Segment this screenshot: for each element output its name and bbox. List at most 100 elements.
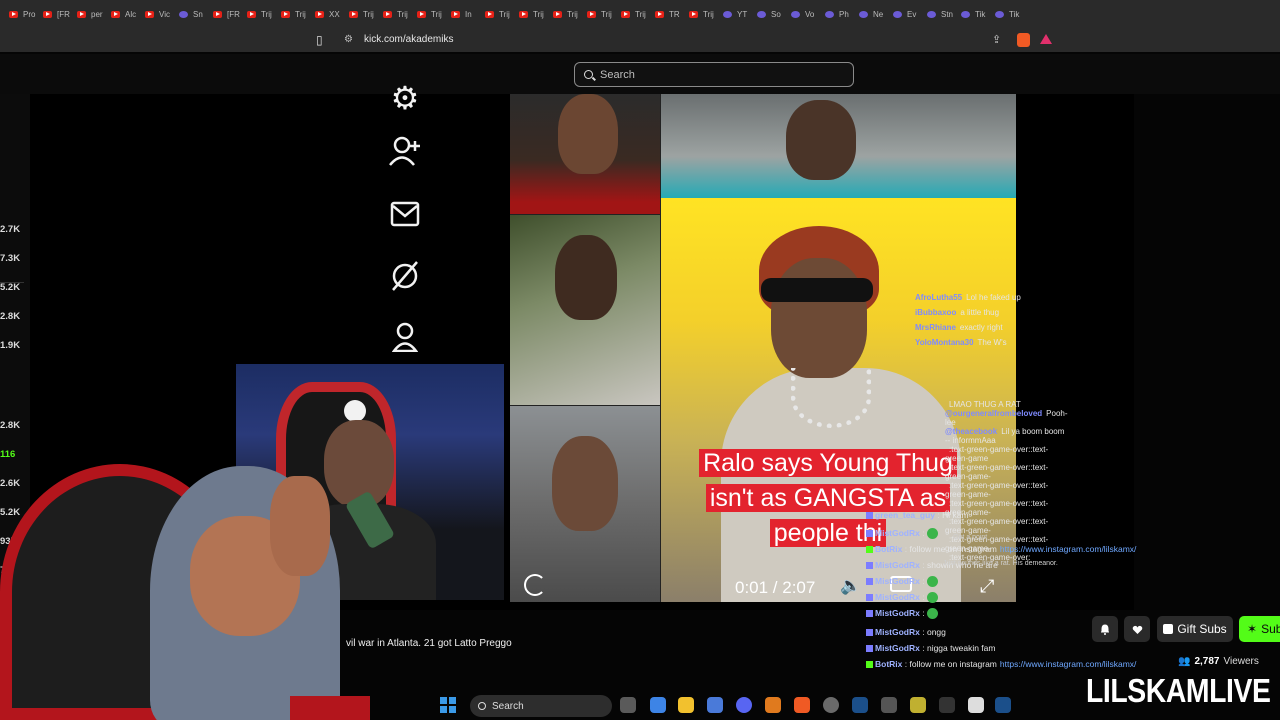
chat-message[interactable]: MistGodRx : ongg xyxy=(866,627,946,637)
user-icon[interactable] xyxy=(370,322,440,359)
browser-tab[interactable]: Trij xyxy=(344,0,378,28)
browser-tab[interactable]: per xyxy=(72,0,106,28)
browser-tab[interactable]: Stn xyxy=(922,0,956,28)
chat-username[interactable]: MistGodRx xyxy=(875,608,920,618)
browser-tab[interactable]: Ph xyxy=(820,0,854,28)
app-icon[interactable] xyxy=(939,697,955,713)
no-sign-icon[interactable] xyxy=(370,260,440,299)
browser-tab[interactable]: Trij xyxy=(242,0,276,28)
steam-icon[interactable] xyxy=(852,697,868,713)
follow-button[interactable] xyxy=(1124,616,1150,642)
app-icon[interactable] xyxy=(765,697,781,713)
heart-icon xyxy=(1132,625,1142,634)
browser-tab[interactable]: Trij xyxy=(548,0,582,28)
channel-viewer-count[interactable]: 7.3K xyxy=(0,253,20,264)
browser-tab[interactable]: XX xyxy=(310,0,344,28)
browser-tab[interactable]: Tik xyxy=(956,0,990,28)
gear-icon[interactable]: ⚙ xyxy=(370,80,440,116)
steam-icon[interactable] xyxy=(995,697,1011,713)
taskbar-search[interactable]: Search xyxy=(470,695,612,717)
chat-message[interactable]: MistGodRx : xyxy=(866,576,938,588)
chat-link[interactable]: https://www.instagram.com/lilskamx/ xyxy=(1000,659,1137,669)
browser-tab[interactable]: Trij xyxy=(514,0,548,28)
browser-tab[interactable]: [FR xyxy=(38,0,72,28)
chat-username[interactable]: MistGodRx xyxy=(875,627,920,637)
brave-rewards-icon[interactable] xyxy=(1040,34,1052,44)
browser-tab[interactable]: In xyxy=(446,0,480,28)
browser-tab[interactable]: Trij xyxy=(412,0,446,28)
browser-tab[interactable]: Pro xyxy=(4,0,38,28)
copilot-icon[interactable] xyxy=(650,697,666,713)
browser-tab[interactable]: Trij xyxy=(480,0,514,28)
chat-username[interactable]: MistGodRx xyxy=(875,528,920,538)
chat-username[interactable]: MistGodRx xyxy=(875,560,920,570)
brave-shield-icon[interactable] xyxy=(1017,33,1030,47)
bookmark-icon[interactable]: ▯ xyxy=(316,33,328,47)
app-icon[interactable] xyxy=(968,697,984,713)
kick-search[interactable] xyxy=(574,62,854,87)
chat-badge-icon xyxy=(866,512,873,520)
discord-icon[interactable] xyxy=(736,697,752,713)
chat-username[interactable]: MistGodRx xyxy=(875,576,920,586)
channel-viewer-count[interactable]: 1.9K xyxy=(0,340,20,351)
channel-viewer-count[interactable]: 2.7K xyxy=(0,224,20,235)
chat-message[interactable]: BotRix : follow me on instagram https://w… xyxy=(866,659,1136,669)
browser-tab[interactable]: Trij xyxy=(616,0,650,28)
browser-tab[interactable]: Vo xyxy=(786,0,820,28)
share-icon[interactable]: ⇪ xyxy=(992,33,1001,46)
chat-message[interactable]: BotRix : follow me on instagram https://w… xyxy=(866,544,1136,554)
subscribe-button[interactable]: ✶ Sub xyxy=(1239,616,1280,642)
app-icon[interactable] xyxy=(910,697,926,713)
streamer-hand xyxy=(270,476,330,576)
chat-message[interactable]: MistGodRx : xyxy=(866,592,938,604)
follow-icon[interactable] xyxy=(370,136,440,173)
replay-icon[interactable] xyxy=(524,574,546,596)
channel-viewer-count[interactable]: 2.8K xyxy=(0,311,20,322)
browser-tab[interactable]: Ev xyxy=(888,0,922,28)
chat-message[interactable]: MistGodRx : xyxy=(866,608,938,620)
search-input[interactable] xyxy=(600,68,820,81)
chat-username[interactable]: BotRix xyxy=(875,659,902,669)
browser-tab[interactable]: YT xyxy=(718,0,752,28)
browser-tab[interactable]: So xyxy=(752,0,786,28)
fullscreen-icon[interactable]: ⤢ xyxy=(980,576,994,597)
mail-icon[interactable] xyxy=(370,198,440,234)
browser-tab[interactable]: Trij xyxy=(276,0,310,28)
chat-username[interactable]: green_tea_guy xyxy=(875,510,935,520)
notifications-button[interactable] xyxy=(1092,616,1118,642)
windows-start-icon[interactable] xyxy=(440,697,456,713)
chat-username[interactable]: MistGodRx xyxy=(875,592,920,602)
youtube-icon xyxy=(77,10,86,18)
browser-tab[interactable]: Sn xyxy=(174,0,208,28)
chat-message[interactable]: MistGodRx : nigga tweakin fam xyxy=(866,643,995,653)
chat-message[interactable]: MistGodRx : xyxy=(866,528,938,540)
browser-tab[interactable]: Tik xyxy=(990,0,1024,28)
weather-icon[interactable] xyxy=(620,697,636,713)
channel-viewer-count[interactable]: 2.8K xyxy=(0,420,20,431)
browser-tab[interactable]: Alc xyxy=(106,0,140,28)
chat-link[interactable]: https://www.instagram.com/lilskamx/ xyxy=(1000,544,1137,554)
volume-icon[interactable]: 🔈 xyxy=(840,576,861,596)
browser-tab[interactable]: Vic xyxy=(140,0,174,28)
overlay-chat-message: a little thug xyxy=(960,308,1000,317)
obs-icon[interactable] xyxy=(823,697,839,713)
browser-tab[interactable]: TR xyxy=(650,0,684,28)
brave-icon[interactable] xyxy=(794,697,810,713)
browser-tab[interactable]: [FR xyxy=(208,0,242,28)
viewer-number: 2,787 xyxy=(1194,656,1220,667)
chat-username[interactable]: BotRix xyxy=(875,544,902,554)
site-info-icon[interactable]: ⚙ xyxy=(344,34,353,45)
chat-message[interactable]: green_tea_guy : Hi kam xyxy=(866,510,969,520)
browser-tab[interactable]: Trij xyxy=(582,0,616,28)
gift-subs-button[interactable]: Gift Subs xyxy=(1157,616,1233,642)
browser-tab[interactable]: Trij xyxy=(378,0,412,28)
app-icon[interactable] xyxy=(881,697,897,713)
url-text[interactable]: kick.com/akademiks xyxy=(364,34,453,45)
browser-tab[interactable]: Ne xyxy=(854,0,888,28)
chat-username[interactable]: MistGodRx xyxy=(875,643,920,653)
browser-tab-label: Trij xyxy=(567,9,578,19)
browser-tab[interactable]: Trij xyxy=(684,0,718,28)
channel-viewer-count[interactable]: 5.2K xyxy=(0,282,20,293)
file-explorer-icon[interactable] xyxy=(678,697,694,713)
store-icon[interactable] xyxy=(707,697,723,713)
